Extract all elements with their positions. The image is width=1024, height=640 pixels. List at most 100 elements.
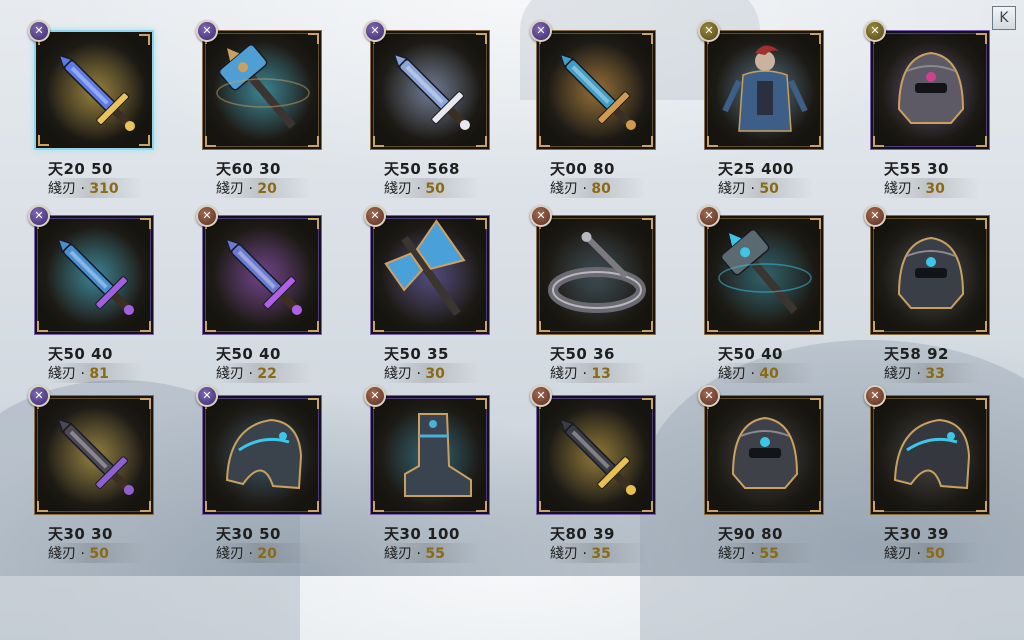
- item-icon-frame[interactable]: [704, 215, 824, 335]
- item-icon-frame[interactable]: [370, 395, 490, 515]
- rarity-badge-icon: ✕: [28, 385, 50, 407]
- item-level-label: 綫刃 · 30: [384, 363, 480, 383]
- item-slot[interactable]: ✕ 天00 80 綫刃 · 80: [530, 20, 662, 198]
- item-slot[interactable]: ✕ 天55 30 綫刃 · 30: [864, 20, 996, 198]
- rarity-badge-icon: ✕: [530, 20, 552, 42]
- rarity-badge-icon: ✕: [864, 205, 886, 227]
- item-stat-label: 天58 92: [884, 345, 949, 363]
- item-level-label: 綫刃 · 40: [718, 363, 814, 383]
- item-level-prefix: 綫刃 ·: [884, 181, 926, 197]
- item-level-prefix: 綫刃 ·: [48, 366, 90, 382]
- item-slot[interactable]: ✕ 天50 36 綫刃 · 13: [530, 205, 662, 383]
- item-slot[interactable]: ✕ 天58 92 綫刃 · 33: [864, 205, 996, 383]
- item-stat-label: 天50 40: [718, 345, 783, 363]
- item-icon-frame[interactable]: [370, 30, 490, 150]
- item-icon-frame[interactable]: [536, 215, 656, 335]
- item-level-value: 13: [591, 366, 611, 382]
- item-icon-frame[interactable]: [202, 395, 322, 515]
- rarity-badge-icon: ✕: [196, 20, 218, 42]
- item-icon-frame[interactable]: [536, 395, 656, 515]
- item-icon-frame[interactable]: [202, 30, 322, 150]
- item-stat-label: 天20 50: [48, 160, 113, 178]
- item-stat-label: 天30 100: [384, 525, 460, 543]
- item-stat-label: 天90 80: [718, 525, 783, 543]
- rarity-badge-icon: ✕: [364, 205, 386, 227]
- rarity-badge-icon: ✕: [698, 385, 720, 407]
- item-slot[interactable]: ✕ 天30 39 綫刃 · 50: [864, 385, 996, 563]
- item-icon-frame[interactable]: [370, 215, 490, 335]
- item-stat-label: 天50 36: [550, 345, 615, 363]
- gold-sword-icon: [57, 418, 134, 495]
- item-level-prefix: 綫刃 ·: [718, 366, 760, 382]
- item-level-value: 81: [89, 366, 109, 382]
- item-stat-label: 天00 80: [550, 160, 615, 178]
- item-level-prefix: 綫刃 ·: [384, 546, 426, 562]
- item-level-value: 20: [257, 546, 277, 562]
- item-slot[interactable]: ✕ 天90 80 綫刃 · 55: [698, 385, 830, 563]
- item-slot[interactable]: ✕ 天50 40 綫刃 · 22: [196, 205, 328, 383]
- rarity-badge-icon: ✕: [196, 385, 218, 407]
- item-level-value: 50: [89, 546, 109, 562]
- item-level-prefix: 綫刃 ·: [216, 546, 258, 562]
- item-stat-label: 天50 40: [216, 345, 281, 363]
- item-slot[interactable]: ✕ 天60 30 綫刃 · 20: [196, 20, 328, 198]
- rarity-badge-icon: ✕: [364, 385, 386, 407]
- item-level-prefix: 綫刃 ·: [550, 366, 592, 382]
- item-slot[interactable]: ✕ 天30 50 綫刃 · 20: [196, 385, 328, 563]
- item-slot[interactable]: ✕ 天50 35 綫刃 · 30: [364, 205, 496, 383]
- item-slot[interactable]: ✕ 天30 30 綫刃 · 50: [28, 385, 160, 563]
- item-stat-label: 天25 400: [718, 160, 794, 178]
- armored-warrior-icon: [722, 45, 808, 132]
- rarity-badge-icon: ✕: [698, 20, 720, 42]
- item-level-prefix: 綫刃 ·: [884, 546, 926, 562]
- item-slot[interactable]: ✕ 天50 40 綫刃 · 81: [28, 205, 160, 383]
- item-slot[interactable]: ✕ 天30 100 綫刃 · 55: [364, 385, 496, 563]
- item-icon-frame[interactable]: [202, 215, 322, 335]
- item-level-label: 綫刃 · 50: [48, 543, 144, 563]
- item-grid: ✕ 天20 50 綫刃 · 310 ✕ 天60 30 綫刃 · 20 ✕ 天50…: [0, 0, 1024, 576]
- item-level-prefix: 綫刃 ·: [550, 546, 592, 562]
- item-level-label: 綫刃 · 50: [718, 178, 814, 198]
- item-level-label: 綫刃 · 80: [550, 178, 646, 198]
- item-level-label: 綫刃 · 35: [550, 543, 646, 563]
- item-slot[interactable]: ✕ 天80 39 綫刃 · 35: [530, 385, 662, 563]
- crown-ring-icon: [548, 231, 646, 313]
- item-level-label: 綫刃 · 310: [48, 178, 144, 198]
- item-level-value: 50: [425, 181, 445, 197]
- item-level-label: 綫刃 · 55: [384, 543, 480, 563]
- item-level-value: 30: [425, 366, 445, 382]
- dark-helmet-icon: [897, 236, 965, 309]
- lightning-sword-icon: [57, 238, 134, 315]
- item-level-prefix: 綫刃 ·: [384, 181, 426, 197]
- item-level-value: 22: [257, 366, 277, 382]
- item-level-label: 綫刃 · 81: [48, 363, 144, 383]
- item-icon-frame[interactable]: [704, 395, 824, 515]
- item-level-value: 35: [591, 546, 611, 562]
- item-level-prefix: 綫刃 ·: [718, 546, 760, 562]
- boot-icon: [404, 413, 472, 497]
- violet-sword-icon: [225, 238, 302, 315]
- item-level-value: 55: [425, 546, 445, 562]
- item-level-prefix: 綫刃 ·: [718, 181, 760, 197]
- item-stat-label: 天50 35: [384, 345, 449, 363]
- item-icon-frame[interactable]: [536, 30, 656, 150]
- item-icon-frame[interactable]: [870, 395, 990, 515]
- rarity-badge-icon: ✕: [530, 205, 552, 227]
- item-level-prefix: 綫刃 ·: [216, 181, 258, 197]
- item-level-value: 80: [591, 181, 611, 197]
- rarity-badge-icon: ✕: [28, 205, 50, 227]
- item-icon-frame[interactable]: [34, 215, 154, 335]
- item-icon-frame[interactable]: [34, 30, 154, 150]
- item-slot[interactable]: ✕ 天20 50 綫刃 · 310: [28, 20, 160, 198]
- item-icon-frame[interactable]: [870, 215, 990, 335]
- item-slot[interactable]: ✕ 天50 568 綫刃 · 50: [364, 20, 496, 198]
- item-level-prefix: 綫刃 ·: [48, 181, 90, 197]
- helmet-mace-icon: [897, 51, 965, 124]
- rarity-badge-icon: ✕: [364, 20, 386, 42]
- item-slot[interactable]: ✕ 天50 40 綫刃 · 40: [698, 205, 830, 383]
- item-icon-frame[interactable]: [34, 395, 154, 515]
- item-icon-frame[interactable]: [870, 30, 990, 150]
- item-level-value: 30: [925, 181, 945, 197]
- item-icon-frame[interactable]: [704, 30, 824, 150]
- item-slot[interactable]: ✕ 天25 400 綫刃 · 50: [698, 20, 830, 198]
